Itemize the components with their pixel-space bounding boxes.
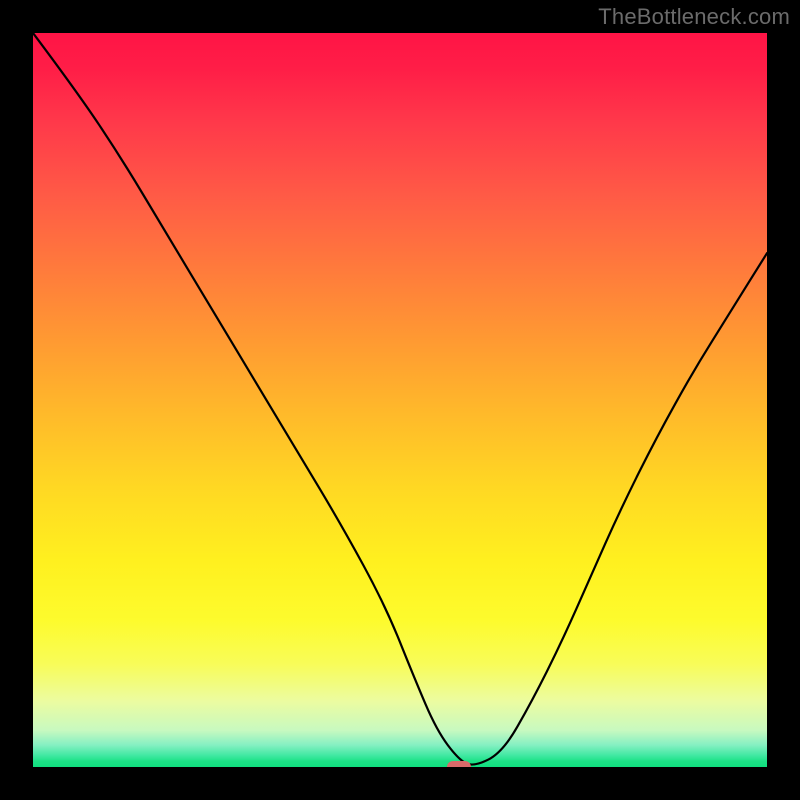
curve-svg — [33, 33, 767, 767]
chart-container: TheBottleneck.com — [0, 0, 800, 800]
bottleneck-curve — [33, 33, 767, 765]
optimum-marker — [447, 761, 471, 767]
watermark-text: TheBottleneck.com — [598, 4, 790, 30]
plot-area — [33, 33, 767, 767]
